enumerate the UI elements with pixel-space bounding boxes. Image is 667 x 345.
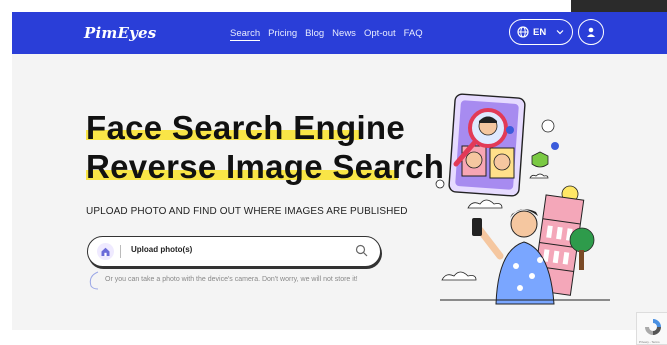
- top-strip-dark: [571, 0, 667, 12]
- language-selector[interactable]: EN: [509, 19, 573, 45]
- nav-pricing[interactable]: Pricing: [268, 28, 297, 41]
- nav-opt-out[interactable]: Opt-out: [364, 28, 396, 41]
- upload-photo-label[interactable]: Upload photo(s): [131, 245, 192, 254]
- upload-search-bar[interactable]: Upload photo(s): [87, 236, 381, 267]
- account-button[interactable]: [578, 19, 604, 45]
- hero-subtitle: UPLOAD PHOTO AND FIND OUT WHERE IMAGES A…: [86, 206, 408, 217]
- nav-search[interactable]: Search: [230, 28, 261, 41]
- search-icon[interactable]: [355, 244, 368, 257]
- camera-hint-arc-icon: [89, 271, 99, 290]
- hero-illustration: [435, 93, 610, 305]
- globe-icon: [517, 26, 529, 38]
- recaptcha-badge[interactable]: Privacy - Terms: [636, 312, 667, 345]
- nav-blog[interactable]: Blog: [305, 28, 324, 41]
- main-menu: Search Pricing Blog News Opt-out FAQ: [230, 28, 423, 41]
- navbar: PimEyes Search Pricing Blog News Opt-out…: [12, 12, 667, 54]
- chevron-down-icon: [556, 30, 564, 35]
- camera-note: Or you can take a photo with the device'…: [105, 276, 358, 283]
- top-strip: [0, 0, 667, 12]
- language-code: EN: [533, 26, 547, 38]
- logo[interactable]: PimEyes: [84, 24, 156, 42]
- upload-house-icon[interactable]: [97, 243, 114, 260]
- recaptcha-label[interactable]: Privacy - Terms: [639, 340, 660, 344]
- search-separator: [120, 245, 121, 258]
- recaptcha-icon: [645, 319, 661, 335]
- page-below: [0, 330, 667, 345]
- headline-1: Face Search Engine: [86, 109, 406, 146]
- headline-2: Reverse Image Search: [86, 148, 445, 185]
- nav-faq[interactable]: FAQ: [404, 28, 423, 41]
- user-icon: [587, 27, 595, 37]
- nav-news[interactable]: News: [332, 28, 356, 41]
